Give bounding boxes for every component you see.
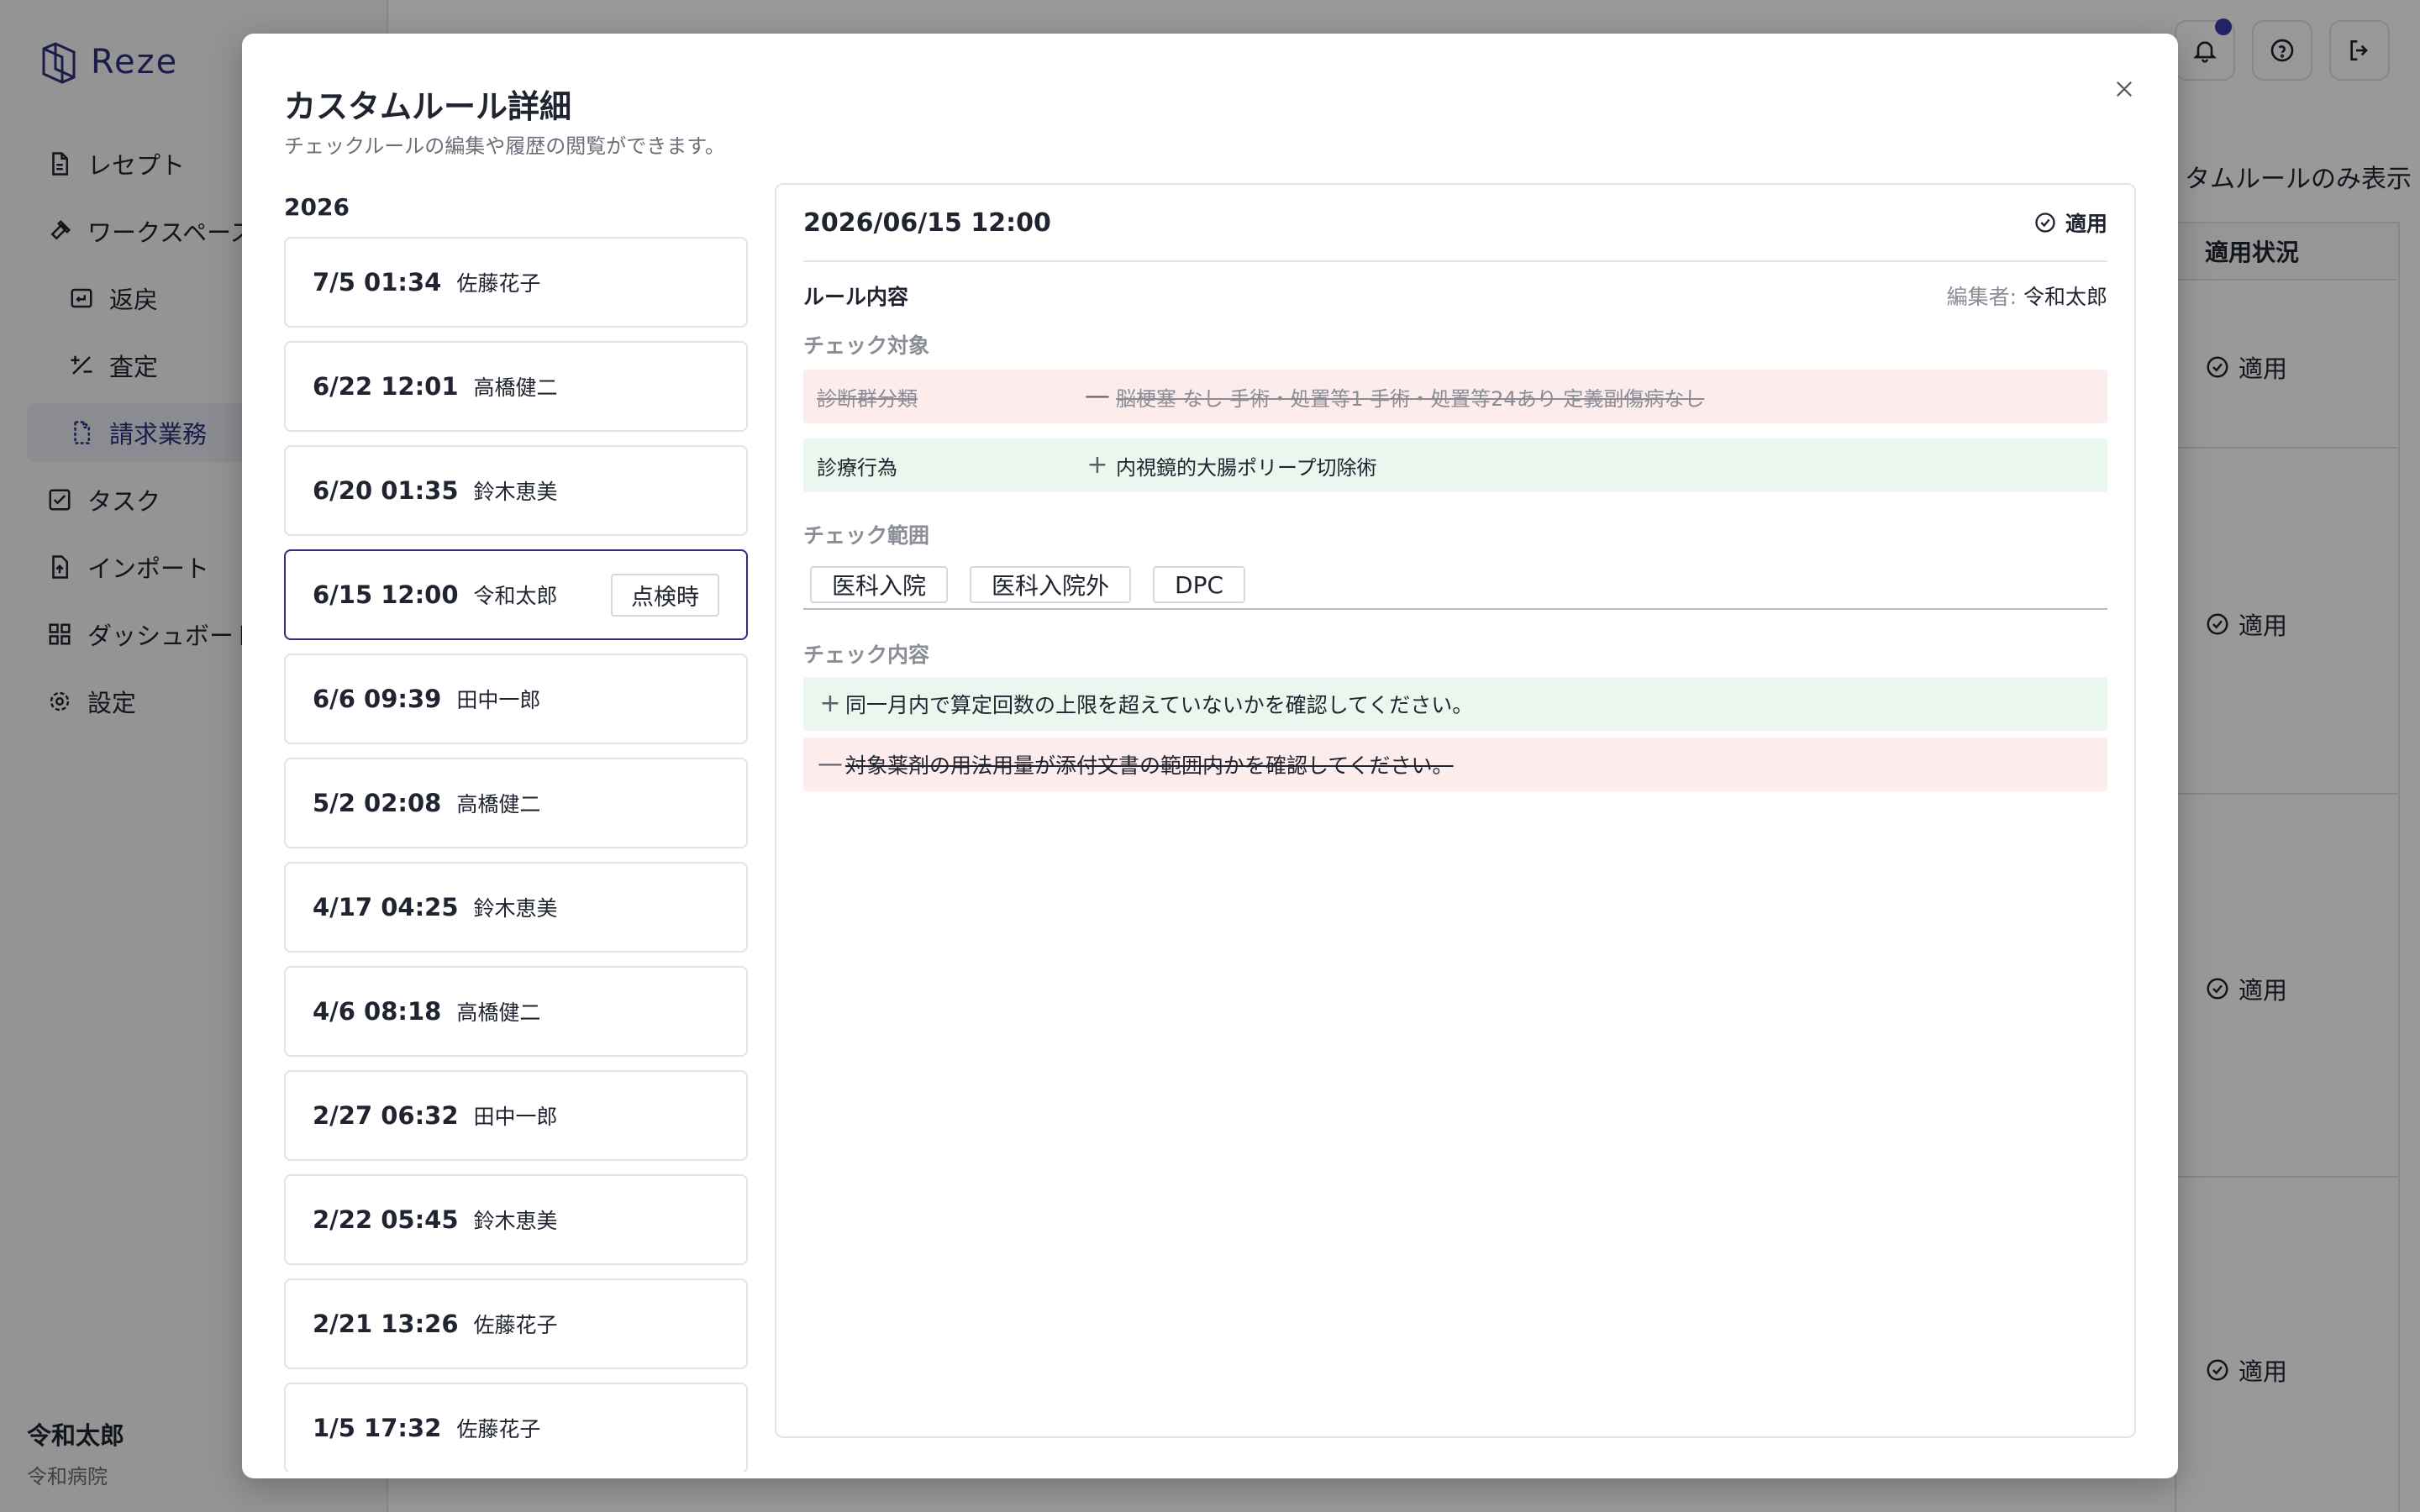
minus-icon: — [1085,381,1110,411]
modal-title: カスタムルール詳細 [284,88,572,125]
history-editor: 高橋健二 [456,1000,541,1025]
history-time: 2/21 13:26 [313,1310,459,1338]
close-button[interactable] [2106,71,2143,108]
history-item[interactable]: 2/21 13:26 佐藤花子 [284,1278,748,1369]
history-editor: 鈴木恵美 [473,896,558,921]
rule-content-row: ルール内容 編集者: 令和太郎 [803,279,2107,312]
rule-detail-panel: 2026/06/15 12:00 適用 ルール内容 編集者: 令和太郎 チェック… [775,183,2136,1438]
custom-rule-detail-modal: カスタムルール詳細 チェックルールの編集や履歴の閲覧ができます。 2026 7/… [242,34,2178,1478]
editor-key: 編集者: [1946,285,2018,309]
history-time: 4/6 08:18 [313,997,442,1026]
history-item[interactable]: 2/22 05:45 鈴木恵美 [284,1174,748,1265]
history-time: 7/5 01:34 [313,268,442,297]
plus-icon: + [1086,450,1108,480]
scope-chip: DPC [1153,566,1246,603]
history-editor: 高橋健二 [473,375,558,400]
history-item[interactable]: 7/5 01:34 佐藤花子 [284,237,748,328]
status-text: 適用 [2065,212,2107,236]
close-icon [2117,81,2132,97]
rule-content-label: ルール内容 [803,285,909,309]
history-year: 2026 [284,192,350,221]
inspection-badge: 点検時 [611,573,719,617]
status-badge: 適用 [2033,207,2107,238]
history-time: 6/15 12:00 [313,580,459,609]
history-time: 6/22 12:01 [313,372,459,401]
modal-description: チェックルールの編集や履歴の閲覧ができます。 [284,134,725,158]
check-target-label: チェック対象 [803,333,930,358]
history-editor: 高橋健二 [456,792,541,816]
history-item[interactable]: 1/5 17:32 佐藤花子 [284,1383,748,1472]
history-time: 2/27 06:32 [313,1101,459,1130]
target-key: 診断群分類 [817,386,918,411]
target-key: 診療行為 [817,455,897,480]
check-circle-icon [2035,213,2055,233]
history-time: 2/22 05:45 [313,1205,459,1234]
history-item[interactable]: 5/2 02:08 高橋健二 [284,758,748,848]
target-row-added: 診療行為 + 内視鏡的大腸ポリープ切除術 [803,438,2107,492]
history-item[interactable]: 6/15 12:00 令和太郎 点検時 [284,549,748,640]
history-time: 4/17 04:25 [313,893,459,921]
history-editor: 田中一郎 [473,1105,558,1129]
check-content-label: チェック内容 [803,643,930,667]
history-item[interactable]: 6/22 12:01 高橋健二 [284,341,748,432]
scope-chip: 医科入院 [810,566,949,603]
content-text: 同一月内で算定回数の上限を超えていないかを確認してください。 [845,693,1474,717]
history-item[interactable]: 4/6 08:18 高橋健二 [284,966,748,1057]
content-text: 対象薬剤の用法用量が添付文書の範囲内かを確認してください。 [845,753,1454,778]
detail-date: 2026/06/15 12:00 [803,207,1051,238]
scope-chip: 医科入院外 [970,566,1132,603]
editor-value: 令和太郎 [2023,285,2107,309]
history-editor: 鈴木恵美 [473,480,558,504]
history-item[interactable]: 6/6 09:39 田中一郎 [284,654,748,744]
target-row-removed: 診断群分類 — 脳梗塞 なし 手術・処置等1 手術・処置等24あり 定義副傷病な… [803,370,2107,423]
target-value: 脳梗塞 なし 手術・処置等1 手術・処置等24あり 定義副傷病なし [1116,386,1705,411]
history-editor: 鈴木恵美 [473,1209,558,1233]
history-editor: 田中一郎 [456,688,541,712]
detail-header: 2026/06/15 12:00 適用 [803,185,2107,262]
minus-icon: — [818,749,843,779]
check-scope-list: 医科入院 医科入院外 DPC [803,563,2107,610]
history-list[interactable]: 2026 7/5 01:34 佐藤花子 6/22 12:01 高橋健二 6/20 01:… [284,183,748,1472]
history-editor: 佐藤花子 [473,1313,558,1337]
history-time: 6/6 09:39 [313,685,442,713]
check-scope-label: チェック範囲 [803,523,930,548]
history-editor: 佐藤花子 [456,1417,541,1441]
history-item[interactable]: 2/27 06:32 田中一郎 [284,1070,748,1161]
history-time: 5/2 02:08 [313,789,442,817]
target-value: 内視鏡的大腸ポリープ切除術 [1116,455,1377,480]
history-item[interactable]: 4/17 04:25 鈴木恵美 [284,862,748,953]
history-time: 6/20 01:35 [313,476,459,505]
plus-icon: + [819,689,841,718]
content-row-added: + 同一月内で算定回数の上限を超えていないかを確認してください。 [803,677,2107,731]
editor-info: 編集者: 令和太郎 [1947,281,2107,311]
history-item[interactable]: 6/20 01:35 鈴木恵美 [284,445,748,536]
history-editor: 令和太郎 [473,584,558,608]
history-editor: 佐藤花子 [456,271,541,296]
history-time: 1/5 17:32 [313,1414,442,1442]
content-row-removed: — 対象薬剤の用法用量が添付文書の範囲内かを確認してください。 [803,738,2107,791]
